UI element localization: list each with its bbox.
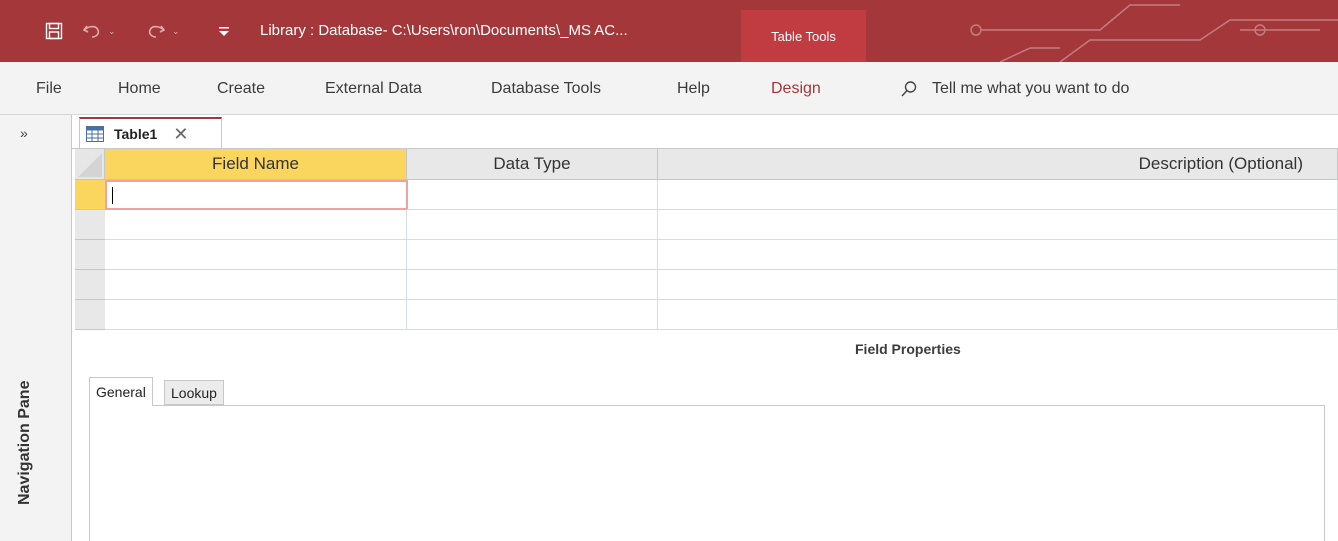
circuit-decoration [970, 4, 1338, 62]
ribbon-tab-bar: File Home Create External Data Database … [0, 62, 1338, 115]
data-type-cell[interactable] [407, 210, 658, 240]
tab-lookup[interactable]: Lookup [164, 380, 224, 405]
field-name-cell[interactable] [105, 300, 407, 330]
data-type-cell[interactable] [407, 240, 658, 270]
redo-icon [148, 25, 166, 38]
search-icon [900, 80, 918, 98]
save-button[interactable] [40, 0, 68, 62]
tell-me-box[interactable]: Tell me what you want to do [900, 62, 1129, 115]
data-type-cell[interactable] [407, 270, 658, 300]
data-type-cell[interactable] [407, 180, 658, 210]
tab-home[interactable]: Home [118, 62, 161, 115]
field-properties-panel [89, 405, 1325, 541]
table-tools-context-label: Table Tools [741, 10, 866, 62]
customize-icon [219, 27, 229, 36]
title-bar: ⌄ ⌄ Library : Database- C:\Users\ron\Doc… [0, 0, 1338, 62]
select-all-corner[interactable] [75, 149, 105, 180]
tab-help[interactable]: Help [677, 62, 710, 115]
field-properties-title: Field Properties [855, 341, 961, 357]
tab-database-tools[interactable]: Database Tools [491, 62, 601, 115]
document-tab-label: Table1 [114, 125, 158, 142]
description-cell[interactable] [658, 210, 1338, 240]
tab-create[interactable]: Create [217, 62, 265, 115]
field-name-cell[interactable] [105, 240, 407, 270]
description-cell[interactable] [658, 300, 1338, 330]
row-selector[interactable] [75, 270, 105, 300]
save-icon [45, 22, 63, 40]
field-name-cell[interactable] [105, 210, 407, 240]
data-type-cell[interactable] [407, 300, 658, 330]
tab-general[interactable]: General [89, 377, 153, 406]
tab-design[interactable]: Design [771, 62, 821, 115]
redo-dropdown-icon[interactable]: ⌄ [172, 26, 180, 37]
undo-button[interactable]: ⌄ [82, 0, 134, 62]
undo-dropdown-icon[interactable]: ⌄ [108, 26, 116, 37]
column-header-description[interactable]: Description (Optional) [658, 149, 1338, 180]
row-selector[interactable] [75, 300, 105, 330]
table-design-grid: Field Name Data Type Description (Option… [75, 149, 1338, 335]
table-icon [86, 125, 104, 142]
column-header-field-name[interactable]: Field Name [105, 149, 407, 180]
tab-external-data[interactable]: External Data [325, 62, 422, 115]
customize-qat-button[interactable] [212, 0, 236, 62]
row-selector[interactable] [75, 210, 105, 240]
text-cursor [112, 187, 113, 204]
navigation-pane-label[interactable]: Navigation Pane [16, 245, 34, 505]
field-name-cell[interactable] [105, 180, 408, 210]
navigation-pane: » Navigation Pane [0, 115, 72, 541]
expand-nav-pane-icon[interactable]: » [20, 125, 28, 141]
tell-me-text: Tell me what you want to do [932, 79, 1130, 97]
field-name-cell[interactable] [105, 270, 407, 300]
window-title: Library : Database- C:\Users\ron\Documen… [260, 22, 628, 39]
description-cell[interactable] [658, 180, 1338, 210]
tab-file[interactable]: File [36, 62, 62, 115]
description-cell[interactable] [658, 240, 1338, 270]
document-tab-table1[interactable]: Table1 ✕ [79, 117, 222, 148]
row-selector[interactable] [75, 240, 105, 270]
description-cell[interactable] [658, 270, 1338, 300]
row-selector[interactable] [75, 180, 105, 210]
close-icon[interactable]: ✕ [173, 125, 188, 143]
undo-icon [82, 25, 100, 38]
column-header-data-type[interactable]: Data Type [407, 149, 658, 180]
redo-button[interactable]: ⌄ [146, 0, 198, 62]
